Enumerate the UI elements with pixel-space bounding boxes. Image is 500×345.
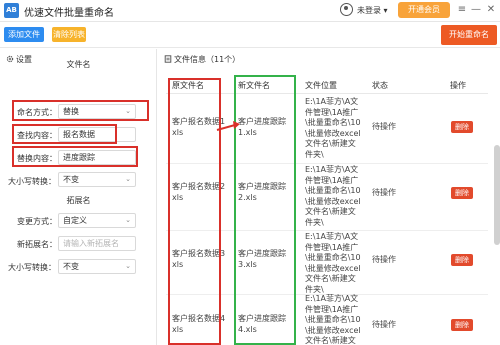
status-cell: 待操作: [372, 188, 396, 197]
title-bar: AB 优速文件批量重命名 未登录 ▾ 开通会员 ≡ — ✕: [0, 0, 500, 22]
location-line: \批量重命名\10: [305, 315, 361, 324]
case-convert-select[interactable]: 不变 ⌄: [58, 172, 136, 187]
add-file-button[interactable]: 添加文件: [4, 27, 44, 42]
location-line: 件夹\: [305, 217, 324, 227]
location-cell: E:\1A菲方\A文 件管理\1A推广 \批量重命名\10 \批量修改excel 文件名…: [305, 232, 361, 295]
delete-button[interactable]: 删除: [451, 187, 473, 199]
location-line: 件夹\: [305, 149, 324, 159]
filename-section-title: 文件名: [66, 60, 91, 69]
change-mode-select[interactable]: 自定义 ⌄: [58, 213, 136, 228]
location-cell: E:\1A菲方\A文 件管理\1A推广 \批量重命名\10 \批量修改excel 文件名…: [305, 165, 361, 228]
location-line: \批量修改excel: [305, 325, 361, 335]
location-line: E:\1A菲方\A文: [305, 97, 359, 106]
location-line: 文件名\新建文: [305, 207, 356, 216]
app-title: 优速文件批量重命名: [24, 8, 114, 19]
location-cell: E:\1A菲方\A文 件管理\1A推广 \批量重命名\10 \批量修改excel 文件名…: [305, 294, 361, 345]
location-line: \批量重命名\10: [305, 186, 361, 195]
toolbar: 添加文件 清除列表 开始重命名: [0, 22, 500, 48]
status-cell: 待操作: [372, 320, 396, 329]
delete-button[interactable]: 删除: [451, 254, 473, 266]
vip-button[interactable]: 开通会员: [398, 2, 450, 18]
ext-case-convert-value: 不变: [63, 262, 79, 271]
chevron-down-icon: ⌄: [125, 216, 131, 224]
status-cell: 待操作: [372, 122, 396, 131]
column-action: 操作: [450, 81, 466, 90]
highlight-replace-content: [12, 146, 138, 167]
menu-icon[interactable]: ≡: [456, 4, 468, 16]
new-extension-input[interactable]: 请输入新拓展名: [58, 236, 136, 251]
location-line: \批量重命名\10: [305, 253, 361, 262]
ext-case-convert-label: 大小写转换：: [8, 263, 56, 272]
change-mode-value: 自定义: [63, 216, 87, 225]
column-location: 文件位置: [305, 81, 337, 90]
login-status[interactable]: 未登录 ▾: [357, 5, 388, 16]
delete-button[interactable]: 删除: [451, 319, 473, 331]
settings-panel: 设置 文件名 命名方式： 替换 ⌄ 查找内容： 报名数据 替换内容： 进度跟踪 大…: [0, 49, 157, 345]
user-icon[interactable]: [340, 3, 353, 16]
new-extension-label: 新拓展名：: [17, 240, 57, 249]
file-icon: [164, 55, 172, 63]
chevron-down-icon: ▾: [383, 6, 388, 15]
chevron-down-icon: ⌄: [125, 262, 131, 270]
highlight-original-name-column: [168, 78, 221, 345]
location-line: E:\1A菲方\A文: [305, 232, 359, 241]
highlight-find-content: [12, 124, 117, 144]
location-line: \批量修改excel: [305, 263, 361, 273]
location-line: 件管理\1A推广: [305, 175, 359, 185]
extension-section-title: 拓展名: [66, 196, 91, 205]
highlight-naming-mode: [12, 100, 149, 121]
login-status-text: 未登录: [357, 6, 381, 15]
location-line: 文件名\新建文: [305, 139, 356, 148]
app-logo-icon: AB: [4, 3, 19, 18]
arrow-right-icon: [216, 121, 240, 131]
location-line: 件管理\1A推广: [305, 107, 359, 117]
location-line: 件管理\1A推广: [305, 242, 359, 252]
location-line: E:\1A菲方\A文: [305, 165, 359, 174]
location-line: \批量修改excel: [305, 128, 361, 138]
status-cell: 待操作: [372, 255, 396, 264]
location-line: 文件名\新建文: [305, 274, 356, 283]
column-status: 状态: [372, 81, 388, 90]
location-line: 文件名\新建文: [305, 336, 356, 345]
case-convert-value: 不变: [63, 175, 79, 184]
delete-button[interactable]: 删除: [451, 121, 473, 133]
case-convert-label: 大小写转换：: [8, 177, 56, 186]
location-cell: E:\1A菲方\A文 件管理\1A推广 \批量重命名\10 \批量修改excel 文件名…: [305, 97, 361, 160]
close-icon[interactable]: ✕: [485, 4, 497, 16]
chevron-down-icon: ⌄: [125, 175, 131, 183]
file-list-panel: 文件信息（11个） 原文件名 新文件名 文件位置 状态 操作 客户报名数据1 xl…: [158, 49, 500, 345]
ext-case-convert-select[interactable]: 不变 ⌄: [58, 259, 136, 274]
location-line: E:\1A菲方\A文: [305, 294, 359, 303]
location-line: \批量修改excel: [305, 196, 361, 206]
start-rename-button[interactable]: 开始重命名: [441, 25, 497, 45]
location-line: 件管理\1A推广: [305, 304, 359, 314]
clear-list-button[interactable]: 清除列表: [52, 27, 86, 42]
location-line: \批量重命名\10: [305, 118, 361, 127]
vertical-scrollbar[interactable]: [494, 145, 500, 245]
file-list-title: 文件信息（11个）: [174, 55, 241, 64]
file-list-header: 文件信息（11个）: [164, 54, 240, 65]
highlight-new-name-column: [234, 75, 296, 345]
minimize-icon[interactable]: —: [470, 4, 482, 16]
change-mode-label: 变更方式：: [17, 217, 57, 226]
